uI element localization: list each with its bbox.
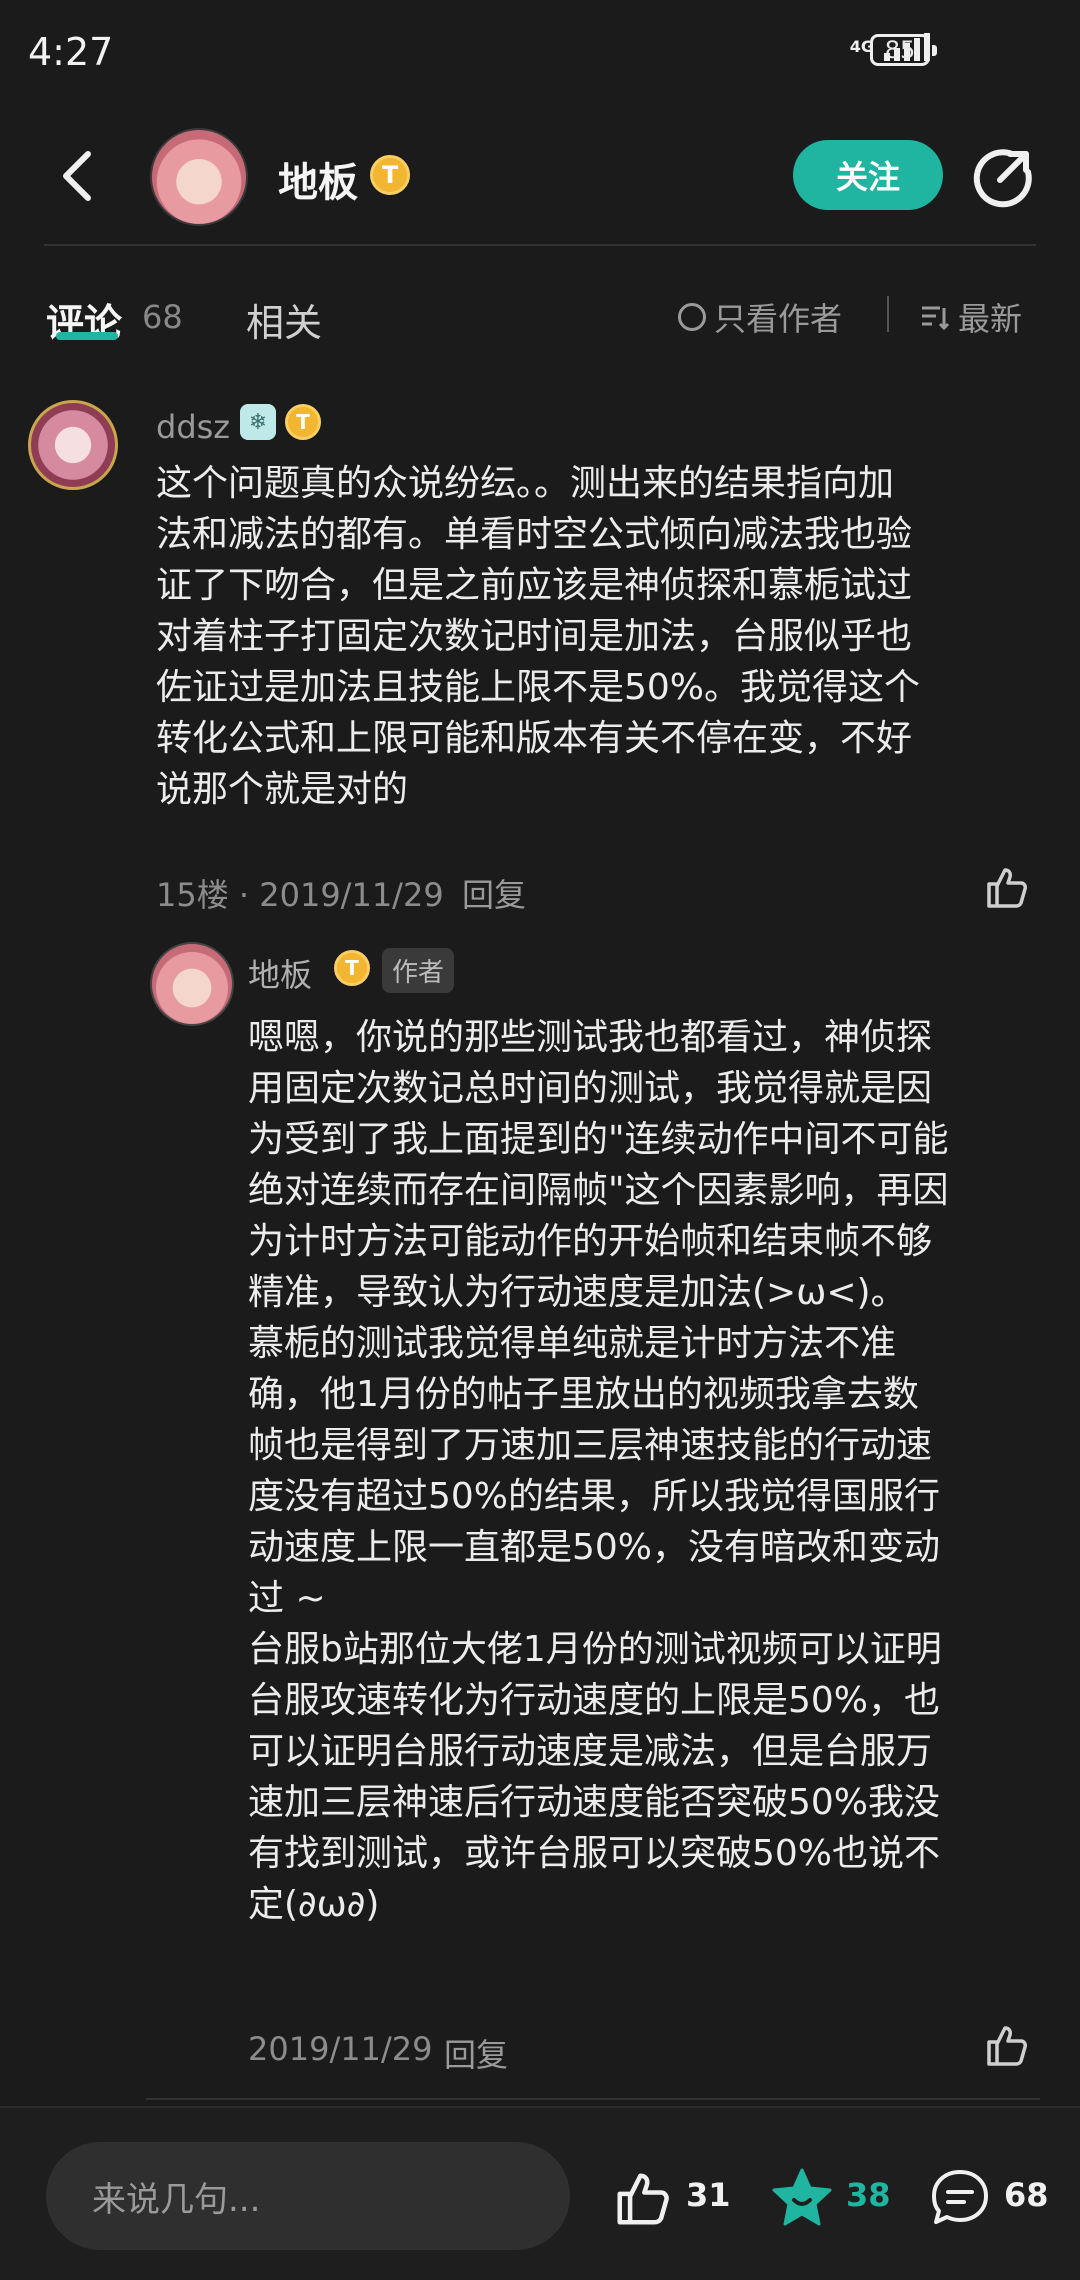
sort-separator bbox=[887, 296, 889, 332]
comment-count: 68 bbox=[1004, 2176, 1049, 2214]
author-only-filter[interactable]: 只看作者 bbox=[678, 294, 842, 340]
author-avatar[interactable] bbox=[150, 128, 248, 226]
reply-meta: 2019/11/29 bbox=[248, 2030, 433, 2068]
reply-body: 嗯嗯，你说的那些测试我也都看过，神侦探 用固定次数记总时间的测试，我觉得就是因 … bbox=[248, 1017, 949, 1925]
commenter-avatar[interactable] bbox=[28, 400, 118, 490]
tab-related[interactable]: 相关 bbox=[246, 292, 322, 347]
reply-divider bbox=[146, 2098, 1040, 2100]
comment-input[interactable]: 来说几句... bbox=[46, 2142, 570, 2250]
author-name[interactable]: 地板 bbox=[278, 150, 358, 208]
favorite-count: 38 bbox=[846, 2176, 891, 2214]
like-icon[interactable] bbox=[612, 2168, 674, 2230]
sort-button[interactable]: 最新 bbox=[920, 294, 1022, 340]
comment-body: 这个问题真的众说纷纭。。测出来的结果指向加 法和减法的都有。单看时空公式倾向减法… bbox=[156, 463, 921, 810]
user-badge-icon: T bbox=[285, 404, 321, 440]
like-icon[interactable] bbox=[983, 864, 1031, 912]
level-badge-icon: ❄ bbox=[240, 404, 276, 440]
reply-username[interactable]: 地板 bbox=[248, 950, 312, 996]
back-icon[interactable] bbox=[54, 148, 102, 204]
reply-button[interactable]: 回复 bbox=[462, 870, 526, 916]
follow-button[interactable]: 关注 bbox=[793, 140, 943, 210]
battery-tip bbox=[932, 45, 937, 56]
reply-button[interactable]: 回复 bbox=[444, 2030, 508, 2076]
author-only-label: 只看作者 bbox=[714, 300, 843, 338]
sort-icon bbox=[922, 306, 950, 331]
like-icon[interactable] bbox=[983, 2022, 1031, 2070]
sort-label: 最新 bbox=[958, 300, 1023, 338]
share-icon[interactable] bbox=[972, 146, 1034, 208]
author-tag: 作者 bbox=[382, 948, 455, 993]
comment-bubble-icon[interactable] bbox=[928, 2166, 992, 2230]
user-badge-icon: T bbox=[334, 950, 370, 986]
active-tab-indicator bbox=[56, 332, 118, 340]
favorite-star-icon[interactable] bbox=[770, 2166, 834, 2230]
radio-circle-icon bbox=[678, 303, 706, 331]
reply-avatar[interactable] bbox=[150, 942, 234, 1026]
user-badge-icon: T bbox=[370, 155, 410, 195]
comment-meta: 15楼 · 2019/11/29 bbox=[156, 876, 444, 914]
commenter-username[interactable]: ddsz bbox=[156, 408, 230, 446]
status-time: 4:27 bbox=[28, 30, 114, 74]
battery-icon: 85 bbox=[870, 34, 930, 66]
battery-level: 85 bbox=[884, 36, 916, 64]
tab-comments-count: 68 bbox=[142, 298, 183, 336]
header-divider bbox=[44, 244, 1036, 246]
like-count: 31 bbox=[686, 2176, 731, 2214]
